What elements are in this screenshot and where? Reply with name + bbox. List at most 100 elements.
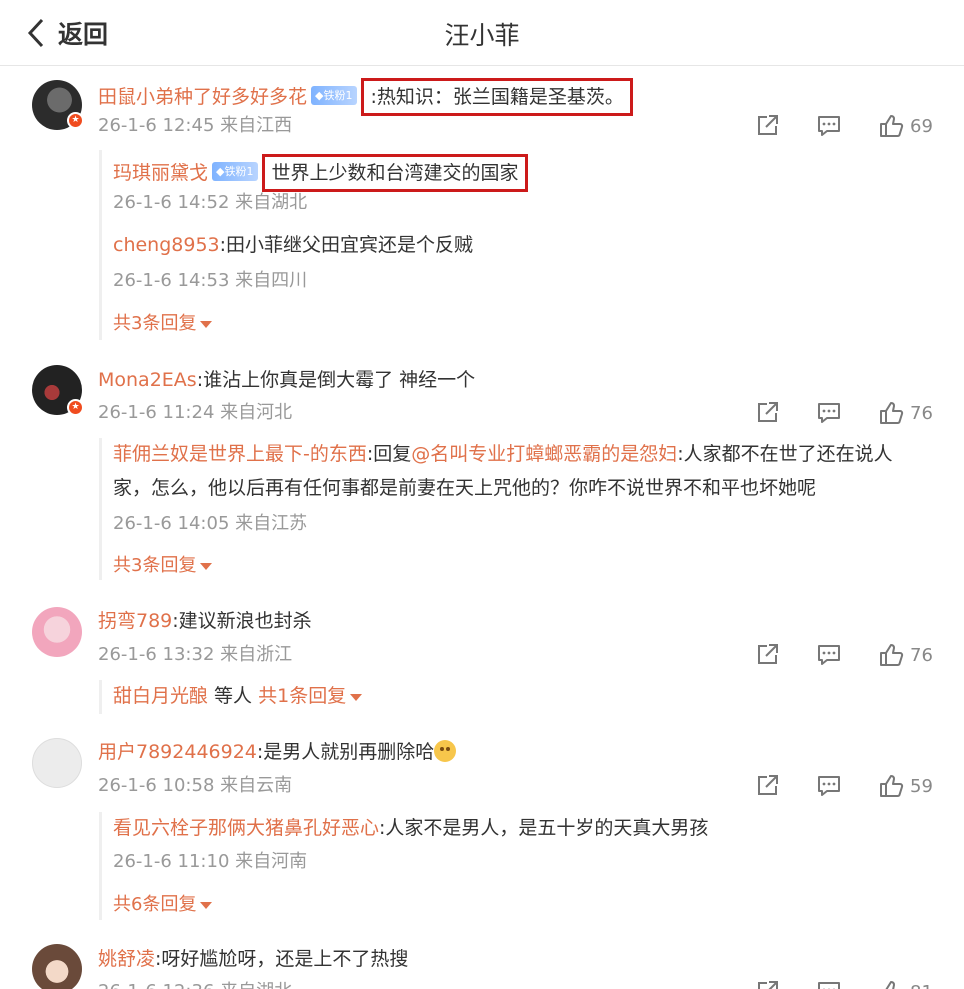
reply-text: :人家都不在世了还在说人 bbox=[677, 443, 893, 465]
username-link[interactable]: 菲佣兰奴是世界上最下-的东西 bbox=[113, 443, 367, 465]
comment-actions: 69 bbox=[754, 113, 936, 139]
share-button[interactable] bbox=[754, 400, 780, 426]
thumbs-up-icon bbox=[878, 773, 904, 799]
like-count: 81 bbox=[910, 982, 936, 989]
share-icon bbox=[754, 773, 780, 799]
like-button[interactable] bbox=[878, 400, 904, 426]
comment-icon bbox=[816, 400, 842, 426]
share-icon bbox=[754, 642, 780, 668]
comment-actions: 76 bbox=[754, 642, 936, 668]
comment-meta: 26-1-6 13:32 来自浙江 bbox=[98, 644, 293, 665]
comment-line: 姚舒凌:呀好尴尬呀，还是上不了热搜 bbox=[98, 945, 408, 973]
like-button[interactable] bbox=[878, 642, 904, 668]
comment-icon bbox=[816, 113, 842, 139]
username-link[interactable]: 姚舒凌 bbox=[98, 948, 155, 970]
username-link[interactable]: cheng8953 bbox=[113, 234, 220, 256]
username-link[interactable]: 玛琪丽黛戈 bbox=[113, 162, 208, 184]
comment-line: 拐弯789:建议新浪也封杀 bbox=[98, 607, 312, 635]
comment-actions: 59 bbox=[754, 773, 936, 799]
reply-text: 世界上少数和台湾建交的国家 bbox=[271, 162, 519, 184]
comment-meta: 26-1-6 12:36 来自湖北 bbox=[98, 979, 292, 989]
share-button[interactable] bbox=[754, 113, 780, 139]
thumbs-up-icon bbox=[878, 400, 904, 426]
like-count: 76 bbox=[910, 644, 933, 666]
reply-prefix: :回复 bbox=[366, 443, 412, 465]
thumbs-up-icon bbox=[878, 113, 904, 139]
caret-down-icon bbox=[200, 562, 213, 570]
page-title: 汪小菲 bbox=[444, 21, 520, 50]
like-button[interactable] bbox=[878, 773, 904, 799]
share-icon bbox=[754, 400, 780, 426]
comment-text: :呀好尴尬呀，还是上不了热搜 bbox=[155, 948, 409, 970]
reply-block: 甜白月光酿 等人 共1条回复 bbox=[99, 680, 939, 714]
reply-button[interactable] bbox=[816, 113, 842, 139]
reply-meta: 26-1-6 14:52 来自湖北 bbox=[113, 192, 308, 213]
comment-text: :建议新浪也封杀 bbox=[172, 610, 312, 632]
comment-line: Mona2EAs:谁沾上你真是倒大霉了 神经一个 bbox=[98, 366, 475, 394]
comment-text: :是男人就别再删除哈 bbox=[256, 741, 435, 763]
reply-button[interactable] bbox=[816, 400, 842, 426]
share-button[interactable] bbox=[754, 979, 780, 989]
comment-meta: 26-1-6 12:45 来自江西 bbox=[98, 115, 293, 136]
comment-meta: 26-1-6 10:58 来自云南 bbox=[98, 775, 293, 796]
caret-down-icon bbox=[200, 901, 213, 909]
username-link[interactable]: 看见六栓子那俩大猪鼻孔好恶心 bbox=[113, 817, 379, 839]
share-button[interactable] bbox=[754, 642, 780, 668]
more-replies-link[interactable]: 共3条回复 bbox=[113, 553, 213, 579]
username-link[interactable]: 田鼠小弟种了好多好多花 bbox=[98, 86, 307, 108]
reply-button[interactable] bbox=[816, 642, 842, 668]
reply-button[interactable] bbox=[816, 773, 842, 799]
thumbs-up-icon bbox=[878, 642, 904, 668]
reply-line: 菲佣兰奴是世界上最下-的东西:回复@名叫专业打蟑螂恶霸的是怨妇:人家都不在世了还… bbox=[113, 440, 893, 468]
more-replies-link[interactable]: 共1条回复 bbox=[258, 685, 346, 707]
comment-icon bbox=[816, 773, 842, 799]
reply-text: :田小菲继父田宜宾还是个反贼 bbox=[219, 234, 474, 256]
share-button[interactable] bbox=[754, 773, 780, 799]
comment-icon bbox=[816, 642, 842, 668]
reply-block: 看见六栓子那俩大猪鼻孔好恶心:人家不是男人，是五十岁的天真大男孩 26-1-6 … bbox=[99, 812, 939, 920]
avatar[interactable] bbox=[32, 607, 82, 657]
share-icon bbox=[754, 979, 780, 989]
highlight-box: 世界上少数和台湾建交的国家 bbox=[262, 154, 528, 192]
more-replies-link[interactable]: 共3条回复 bbox=[113, 311, 213, 337]
like-count: 69 bbox=[910, 115, 933, 137]
reply-block: 玛琪丽黛戈 ◆铁粉1 世界上少数和台湾建交的国家 26-1-6 14:52 来自湖北… bbox=[99, 150, 939, 340]
reply-line: 玛琪丽黛戈 ◆铁粉1 世界上少数和台湾建交的国家 bbox=[113, 154, 528, 192]
like-count: 59 bbox=[910, 775, 933, 797]
comment-text: :谁沾上你真是倒大霉了 神经一个 bbox=[196, 369, 476, 391]
fan-badge: ◆铁粉1 bbox=[212, 162, 259, 181]
username-link[interactable]: 用户7892446924 bbox=[98, 741, 257, 763]
like-button[interactable] bbox=[878, 113, 904, 139]
doge-emoji-icon bbox=[434, 739, 457, 762]
reply-line: 看见六栓子那俩大猪鼻孔好恶心:人家不是男人，是五十岁的天真大男孩 bbox=[113, 814, 708, 842]
highlight-box: :热知识：张兰国籍是圣基茨。 bbox=[361, 78, 633, 116]
avatar[interactable] bbox=[32, 738, 82, 788]
like-button[interactable] bbox=[878, 979, 904, 989]
comment-line: 用户7892446924:是男人就别再删除哈 bbox=[98, 738, 457, 766]
mention-link[interactable]: @名叫专业打蟑螂恶霸的是怨妇 bbox=[411, 443, 677, 465]
reply-text-cont: 家，怎么，他以后再有任何事都是前妻在天上咒他的？你咋不说世界不和平也坏她呢 bbox=[113, 477, 817, 499]
share-icon bbox=[754, 113, 780, 139]
username-link[interactable]: 甜白月光酿 bbox=[113, 685, 208, 707]
top-bar: 返回 汪小菲 bbox=[0, 0, 964, 66]
comment-actions: 76 bbox=[754, 400, 936, 426]
caret-down-icon bbox=[200, 320, 213, 328]
fan-badge: ◆铁粉1 bbox=[311, 86, 358, 105]
more-replies-link[interactable]: 共6条回复 bbox=[113, 892, 213, 918]
thumbs-up-icon bbox=[878, 979, 904, 989]
reply-text: :人家不是男人，是五十岁的天真大男孩 bbox=[379, 817, 709, 839]
username-link[interactable]: 拐弯789 bbox=[98, 610, 172, 632]
verified-icon: ★ bbox=[67, 399, 84, 416]
reply-button[interactable] bbox=[816, 979, 842, 989]
reply-line: cheng8953:田小菲继父田宜宾还是个反贼 bbox=[113, 231, 473, 259]
comment-meta: 26-1-6 11:24 来自河北 bbox=[98, 402, 293, 423]
comment-text: :热知识：张兰国籍是圣基茨。 bbox=[370, 86, 624, 108]
verified-icon: ★ bbox=[67, 112, 84, 129]
comment-line: 田鼠小弟种了好多好多花 ◆铁粉1 :热知识：张兰国籍是圣基茨。 bbox=[98, 78, 633, 116]
comment-icon bbox=[816, 979, 842, 989]
username-link[interactable]: Mona2EAs bbox=[98, 369, 197, 391]
reply-block: 菲佣兰奴是世界上最下-的东西:回复@名叫专业打蟑螂恶霸的是怨妇:人家都不在世了还… bbox=[99, 438, 939, 580]
like-count: 76 bbox=[910, 402, 933, 424]
reply-meta: 26-1-6 11:10 来自河南 bbox=[113, 851, 308, 872]
avatar[interactable] bbox=[32, 944, 82, 989]
